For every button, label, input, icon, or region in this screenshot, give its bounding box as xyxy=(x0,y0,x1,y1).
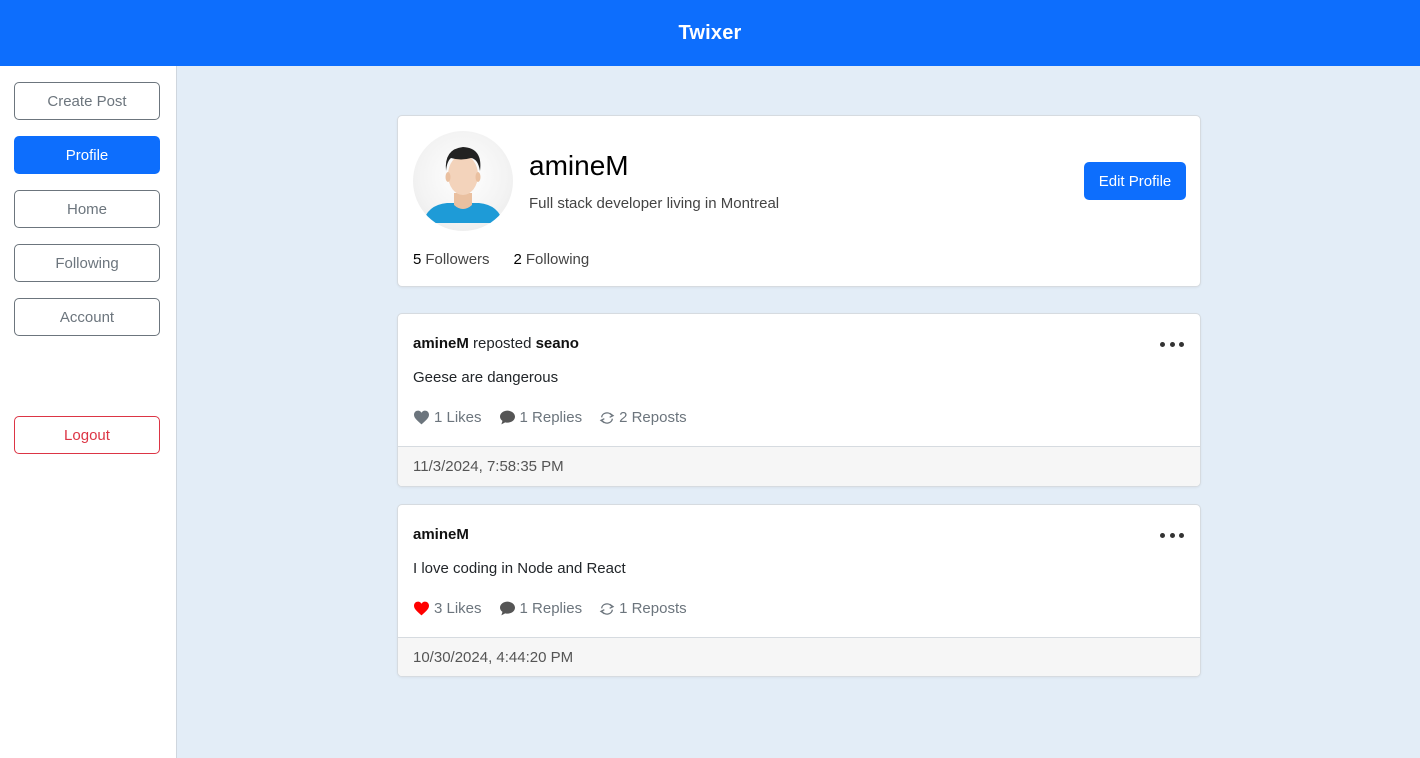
post-header: amineM reposted seano xyxy=(413,335,579,352)
post-author[interactable]: amineM xyxy=(413,526,469,543)
avatar xyxy=(413,131,513,231)
profile-username: amineM xyxy=(529,150,629,181)
reply-button[interactable]: 1 Replies xyxy=(499,409,583,426)
post-card: amineM I love coding in Node and React 3… xyxy=(397,504,1201,677)
reply-button[interactable]: 1 Replies xyxy=(499,600,583,617)
likes-count: 1 Likes xyxy=(434,409,482,426)
app-title[interactable]: Twixer xyxy=(678,22,741,45)
heart-icon xyxy=(414,601,429,616)
post-text: Geese are dangerous xyxy=(413,369,559,386)
reposts-count: 1 Reposts xyxy=(619,600,687,617)
replies-count: 1 Replies xyxy=(519,409,583,426)
sidebar: Create Post Profile Home Following Accou… xyxy=(0,66,177,758)
following-nav-button[interactable]: Following xyxy=(14,244,160,282)
post-footer: 11/3/2024, 7:58:35 PM xyxy=(398,446,1200,486)
edit-profile-button[interactable]: Edit Profile xyxy=(1084,162,1186,200)
more-options-icon[interactable] xyxy=(1160,336,1184,352)
profile-nav-button[interactable]: Profile xyxy=(14,136,160,174)
post-text: I love coding in Node and React xyxy=(413,560,626,577)
repost-button[interactable]: 2 Reposts xyxy=(599,409,687,426)
more-options-icon[interactable] xyxy=(1160,527,1184,543)
profile-stats: 5 Followers 2 Following xyxy=(413,251,589,268)
post-actions: 1 Likes 1 Replies 2 Reposts xyxy=(413,409,687,426)
heart-icon xyxy=(414,410,429,425)
logout-button[interactable]: Logout xyxy=(14,416,160,454)
comment-icon xyxy=(499,410,515,425)
following-count: 2 xyxy=(513,251,522,268)
user-avatar-icon xyxy=(423,147,503,223)
followers-count: 5 xyxy=(413,251,422,268)
followers-label: Followers xyxy=(425,251,490,268)
home-nav-button[interactable]: Home xyxy=(14,190,160,228)
reposts-count: 2 Reposts xyxy=(619,409,687,426)
repost-button[interactable]: 1 Reposts xyxy=(599,600,687,617)
post-card: amineM reposted seano Geese are dangerou… xyxy=(397,313,1201,487)
profile-card: amineM Full stack developer living in Mo… xyxy=(397,115,1201,287)
post-author[interactable]: amineM xyxy=(413,335,469,352)
following-link[interactable]: 2 Following xyxy=(514,251,590,268)
likes-count: 3 Likes xyxy=(434,600,482,617)
comment-icon xyxy=(499,601,515,616)
replies-count: 1 Replies xyxy=(519,600,583,617)
followers-link[interactable]: 5 Followers xyxy=(413,251,490,268)
create-post-button[interactable]: Create Post xyxy=(14,82,160,120)
post-actions: 3 Likes 1 Replies 1 Reposts xyxy=(413,600,687,617)
post-header: amineM xyxy=(413,526,469,543)
post-timestamp: 11/3/2024, 7:58:35 PM xyxy=(413,458,564,475)
top-navbar: Twixer xyxy=(0,0,1420,66)
post-footer: 10/30/2024, 4:44:20 PM xyxy=(398,637,1200,676)
repost-original-author[interactable]: seano xyxy=(536,335,579,352)
account-nav-button[interactable]: Account xyxy=(14,298,160,336)
following-label: Following xyxy=(525,251,590,268)
post-timestamp: 10/30/2024, 4:44:20 PM xyxy=(413,649,574,666)
like-button[interactable]: 3 Likes xyxy=(413,600,482,617)
repost-icon xyxy=(599,411,615,424)
repost-icon xyxy=(599,602,615,615)
repost-label: reposted xyxy=(473,335,532,352)
like-button[interactable]: 1 Likes xyxy=(413,409,482,426)
profile-bio: Full stack developer living in Montreal xyxy=(529,195,780,212)
